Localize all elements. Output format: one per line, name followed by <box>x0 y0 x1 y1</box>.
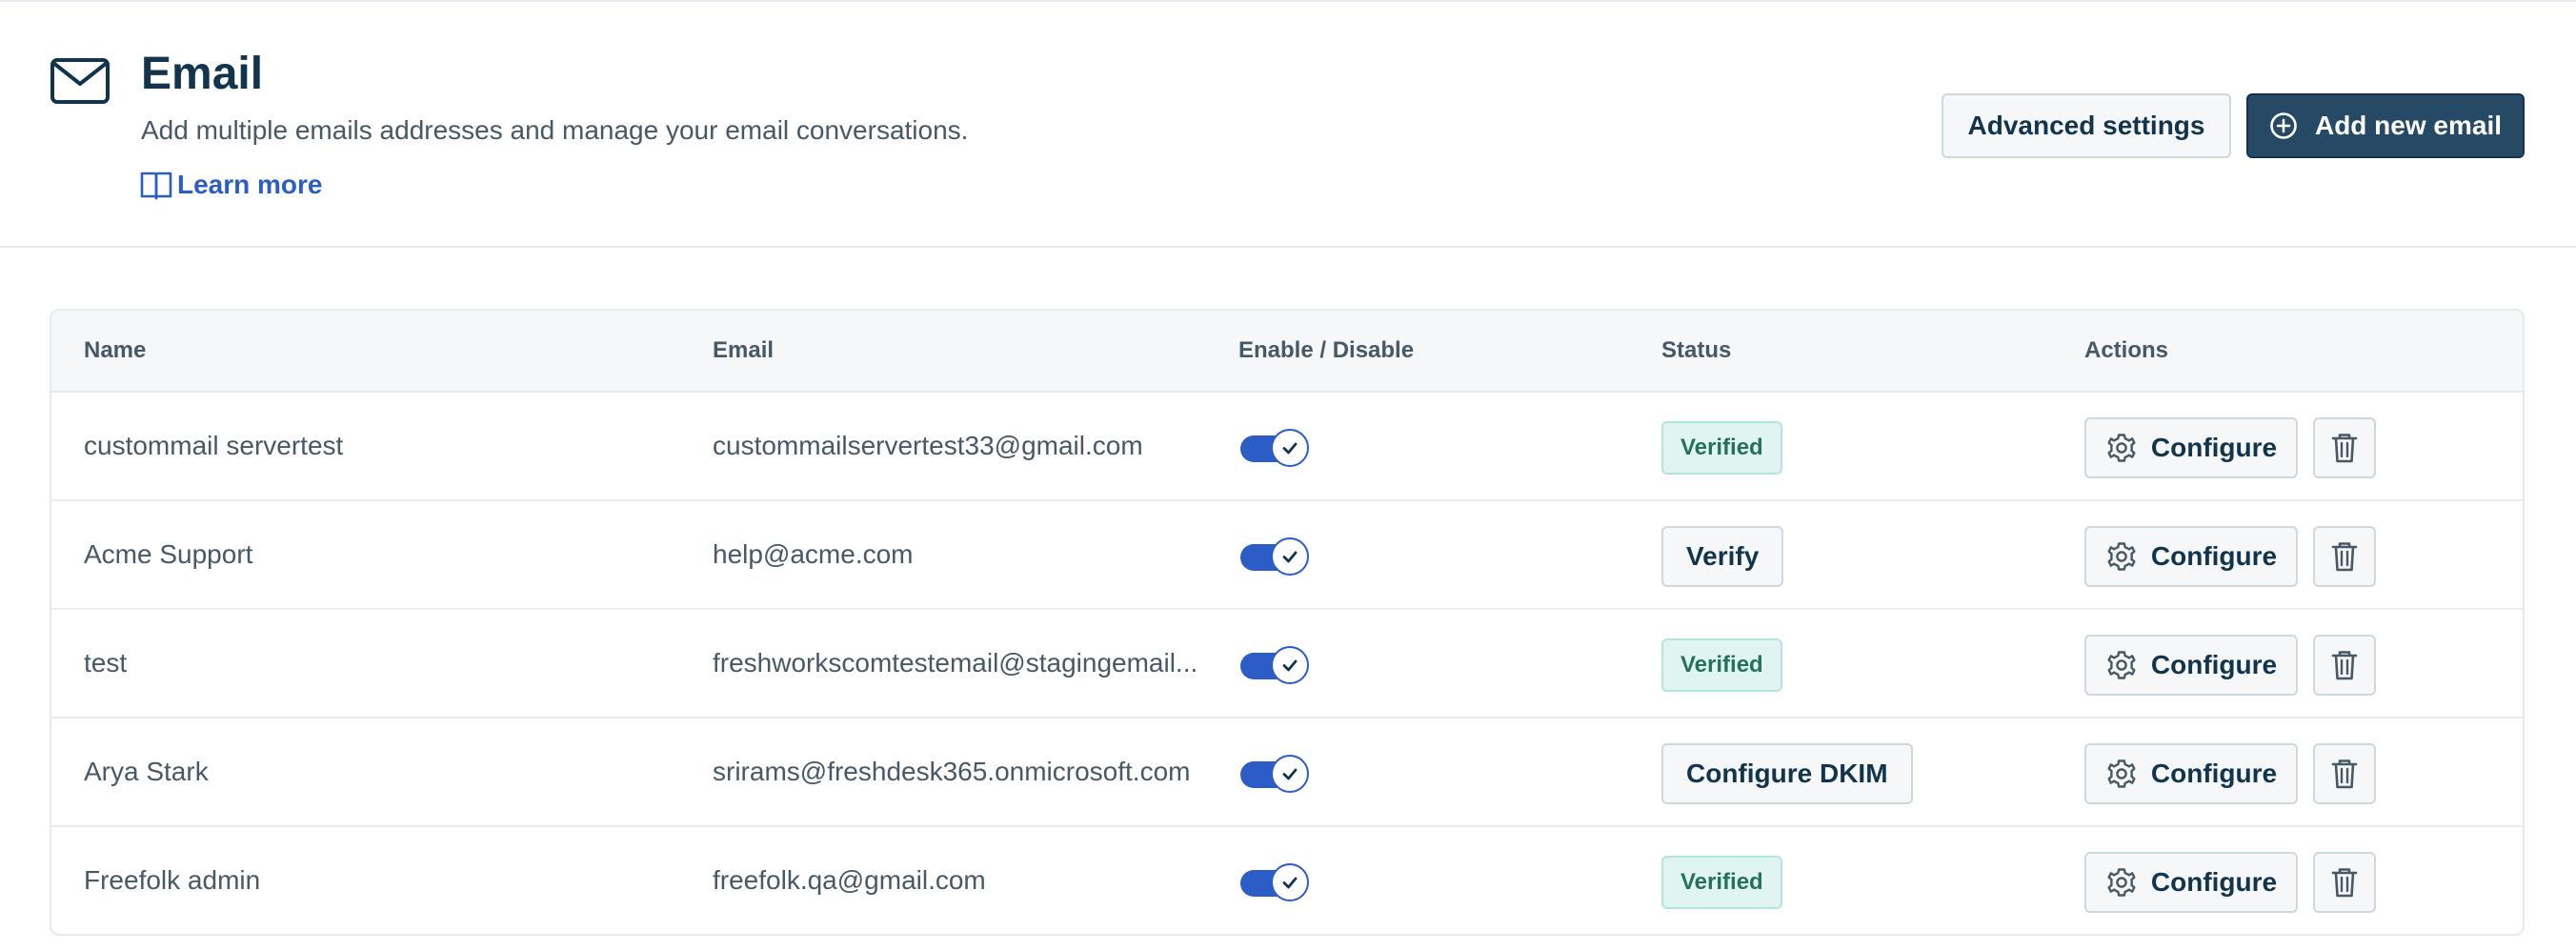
check-icon <box>1282 768 1298 780</box>
gear-icon <box>2107 868 2136 897</box>
toggle-knob <box>1271 429 1309 467</box>
column-header-actions: Actions <box>2084 337 2169 363</box>
trash-icon <box>2331 542 2358 572</box>
column-header-name[interactable]: Name <box>84 311 146 391</box>
check-icon <box>1282 877 1298 889</box>
configure-button[interactable]: Configure <box>2084 743 2298 804</box>
column-header-status: Status <box>1661 337 1732 363</box>
column-header-email[interactable]: Email <box>713 311 774 391</box>
configure-label: Configure <box>2150 433 2278 462</box>
gear-icon <box>2107 434 2136 462</box>
configure-button[interactable]: Configure <box>2084 635 2298 696</box>
row-name: Acme Support <box>84 539 253 569</box>
gear-icon <box>2107 542 2136 571</box>
configure-button[interactable]: Configure <box>2084 417 2298 478</box>
configure-label: Configure <box>2150 541 2278 571</box>
row-name: Arya Stark <box>84 757 209 786</box>
enable-toggle[interactable] <box>1238 646 1311 684</box>
gear-icon <box>2107 651 2136 679</box>
toggle-knob <box>1271 863 1309 901</box>
configure-dkim-button[interactable]: Configure DKIM <box>1661 743 1913 804</box>
configure-label: Configure <box>2150 650 2278 679</box>
envelope-icon <box>50 58 110 104</box>
enable-toggle[interactable] <box>1238 863 1311 901</box>
column-header-enable: Enable / Disable <box>1238 337 1415 363</box>
configure-label: Configure <box>2150 759 2278 788</box>
book-icon <box>140 172 172 200</box>
enable-toggle[interactable] <box>1238 537 1311 576</box>
page-title: Email <box>141 49 264 99</box>
table-row: Freefolk admin freefolk.qa@gmail.com Ver… <box>51 827 2523 934</box>
table-row: test freshworkscomtestemail@stagingemail… <box>51 610 2523 718</box>
trash-icon <box>2331 868 2358 898</box>
delete-button[interactable] <box>2313 417 2376 478</box>
toggle-knob <box>1271 755 1309 793</box>
row-name: test <box>84 648 128 678</box>
learn-more-link[interactable]: Learn more <box>139 166 323 204</box>
enable-toggle[interactable] <box>1238 429 1311 467</box>
configure-button[interactable]: Configure <box>2084 852 2298 913</box>
row-name: Freefolk admin <box>84 865 261 895</box>
check-icon <box>1282 659 1298 672</box>
page-subtitle: Add multiple emails addresses and manage… <box>141 115 969 145</box>
trash-icon <box>2331 651 2358 680</box>
row-email: freefolk.qa@gmail.com <box>713 865 986 895</box>
plus-circle-icon <box>2270 112 2297 139</box>
trash-icon <box>2331 759 2358 789</box>
advanced-settings-button[interactable]: Advanced settings <box>1942 93 2231 158</box>
page-header: Email Add multiple emails addresses and … <box>0 2 2576 248</box>
gear-icon <box>2107 759 2136 788</box>
email-table: Name Email Enable / Disable Status Actio… <box>50 309 2525 936</box>
table-row: Arya Stark srirams@freshdesk365.onmicros… <box>51 718 2523 827</box>
add-new-email-button[interactable]: Add new email <box>2246 93 2525 158</box>
configure-button[interactable]: Configure <box>2084 526 2298 587</box>
configure-label: Configure <box>2150 867 2278 897</box>
toggle-knob <box>1271 537 1309 576</box>
add-new-email-label: Add new email <box>2314 111 2503 140</box>
row-name: custommail servertest <box>84 431 344 460</box>
status-badge-verified: Verified <box>1661 421 1782 475</box>
delete-button[interactable] <box>2313 635 2376 696</box>
delete-button[interactable] <box>2313 526 2376 587</box>
toggle-knob <box>1271 646 1309 684</box>
table-row: custommail servertest custommailserverte… <box>51 393 2523 501</box>
status-badge-verified: Verified <box>1661 856 1782 909</box>
verify-button[interactable]: Verify <box>1661 526 1784 587</box>
row-email: help@acme.com <box>713 539 914 569</box>
delete-button[interactable] <box>2313 743 2376 804</box>
table-header: Name Email Enable / Disable Status Actio… <box>51 311 2523 393</box>
enable-toggle[interactable] <box>1238 755 1311 793</box>
row-email: custommailservertest33@gmail.com <box>713 431 1143 460</box>
status-badge-verified: Verified <box>1661 638 1782 692</box>
learn-more-label: Learn more <box>177 170 323 199</box>
check-icon <box>1282 551 1298 563</box>
trash-icon <box>2331 434 2358 463</box>
row-email: freshworkscomtestemail@stagingemail... <box>713 648 1198 678</box>
check-icon <box>1282 442 1298 455</box>
row-email: srirams@freshdesk365.onmicrosoft.com <box>713 757 1191 786</box>
table-row: Acme Support help@acme.com Verify Config… <box>51 501 2523 610</box>
delete-button[interactable] <box>2313 852 2376 913</box>
